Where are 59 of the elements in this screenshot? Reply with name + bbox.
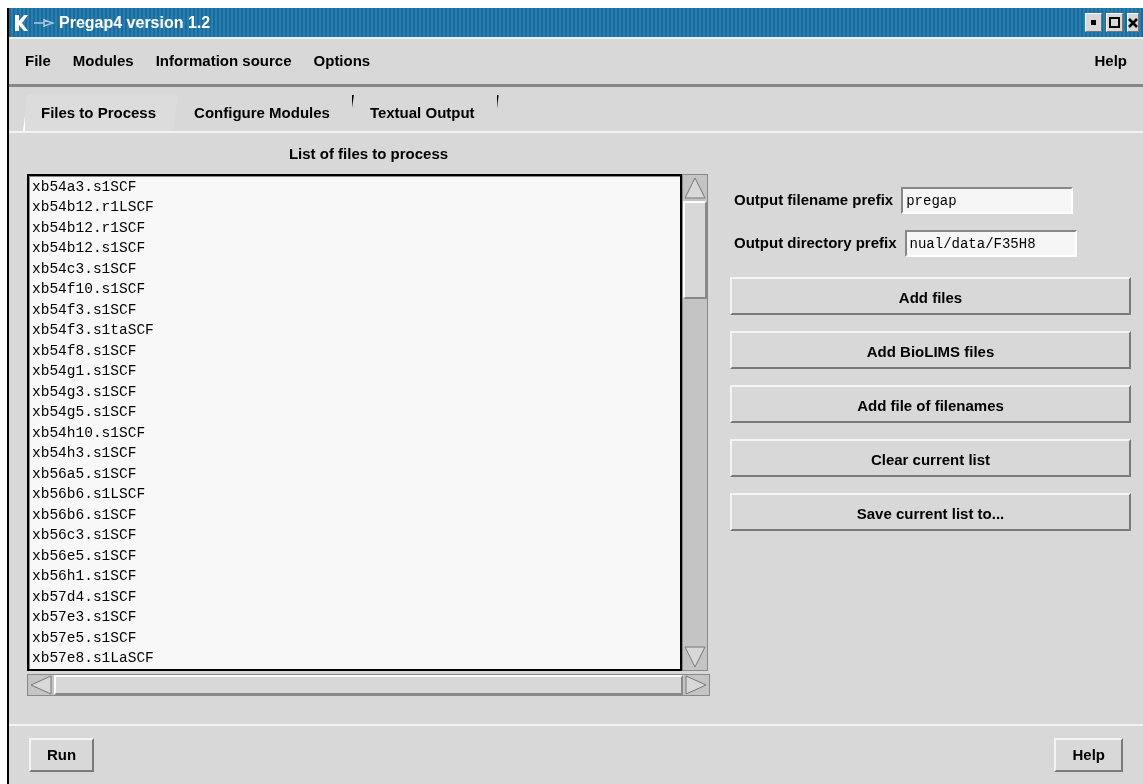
menu-item[interactable]: File (19, 48, 57, 75)
list-item[interactable]: xb56b6.s1SCF (32, 504, 677, 525)
scroll-thumb[interactable] (54, 674, 683, 695)
maximize-button[interactable] (1106, 13, 1123, 32)
list-item[interactable]: xb57e8.s1LaSCF (32, 648, 677, 669)
close-button[interactable] (1127, 13, 1139, 32)
action-button[interactable]: Add files (730, 277, 1131, 315)
list-item[interactable]: xb54g1.s1SCF (32, 361, 677, 382)
list-item[interactable]: xb54g3.s1SCF (32, 381, 677, 402)
maximize-icon (1109, 17, 1120, 28)
list-item[interactable]: xb54b12.r1LSCF (32, 197, 677, 218)
field-label: Output filename prefix (734, 190, 894, 211)
list-item[interactable]: xb54b12.r1SCF (32, 217, 677, 238)
window-title: Pregap4 version 1.2 (59, 12, 211, 33)
list-title: List of files to process (287, 144, 450, 164)
file-listbox[interactable] (27, 173, 682, 671)
menu-item[interactable]: Information source (149, 48, 298, 75)
list-item[interactable]: xb57d4.s1SCF (32, 586, 677, 607)
input-field[interactable]: pregap (901, 187, 1074, 214)
menu-item[interactable]: Options (307, 48, 377, 75)
menu-item[interactable]: Help (1088, 48, 1133, 75)
help-button[interactable]: Help (1054, 737, 1123, 773)
field-label: Output directory prefix (734, 233, 897, 254)
action-button[interactable]: Save current list to... (730, 493, 1131, 531)
close-icon (1128, 17, 1138, 28)
list-item[interactable]: xb56b6.s1LSCF (32, 484, 677, 505)
minimize-icon (1091, 20, 1096, 25)
list-item[interactable]: xb54f10.s1SCF (32, 279, 677, 300)
run-button[interactable]: Run (29, 737, 95, 773)
app-logo-icon (13, 13, 29, 32)
list-item[interactable]: xb54f3.s1SCF (32, 299, 677, 320)
action-button[interactable]: Add file of filenames (730, 385, 1131, 423)
action-button[interactable]: Clear current list (730, 439, 1131, 477)
list-item[interactable]: xb54h10.s1SCF (32, 422, 677, 443)
tab[interactable]: Files to Process (23, 95, 179, 131)
right-arrow-icon[interactable] (683, 674, 709, 695)
list-item[interactable]: xb54h3.s1SCF (32, 443, 677, 464)
list-item[interactable]: xb57e3.s1SCF (32, 607, 677, 628)
list-item[interactable]: xb56c3.s1SCF (32, 525, 677, 546)
scroll-thumb[interactable] (683, 200, 707, 299)
left-arrow-icon[interactable] (28, 674, 54, 695)
list-item[interactable]: xb54f3.s1taSCF (32, 320, 677, 341)
list-item[interactable]: xb56a5.s1SCF (32, 463, 677, 484)
horizontal-scrollbar[interactable] (27, 673, 710, 696)
pin-icon (33, 17, 55, 28)
list-item[interactable]: xb57e5.s1SCF (32, 627, 677, 648)
input-field[interactable]: nual/data/F35H8 (904, 230, 1077, 257)
list-item[interactable]: xb56e5.s1SCF (32, 545, 677, 566)
list-item[interactable]: xb54c3.s1SCF (32, 258, 677, 279)
list-item[interactable]: xb54g5.s1SCF (32, 402, 677, 423)
down-arrow-icon[interactable] (683, 643, 707, 670)
list-item[interactable]: xb54a3.s1SCF (32, 176, 677, 197)
menu-item[interactable]: Modules (66, 48, 140, 75)
action-button[interactable]: Add BioLIMS files (730, 331, 1131, 369)
list-item[interactable]: xb54b12.s1SCF (32, 238, 677, 259)
list-item[interactable]: xb54f8.s1SCF (32, 340, 677, 361)
list-item[interactable]: xb56h1.s1SCF (32, 566, 677, 587)
vertical-scrollbar[interactable] (682, 173, 708, 671)
minimize-button[interactable] (1085, 13, 1102, 32)
